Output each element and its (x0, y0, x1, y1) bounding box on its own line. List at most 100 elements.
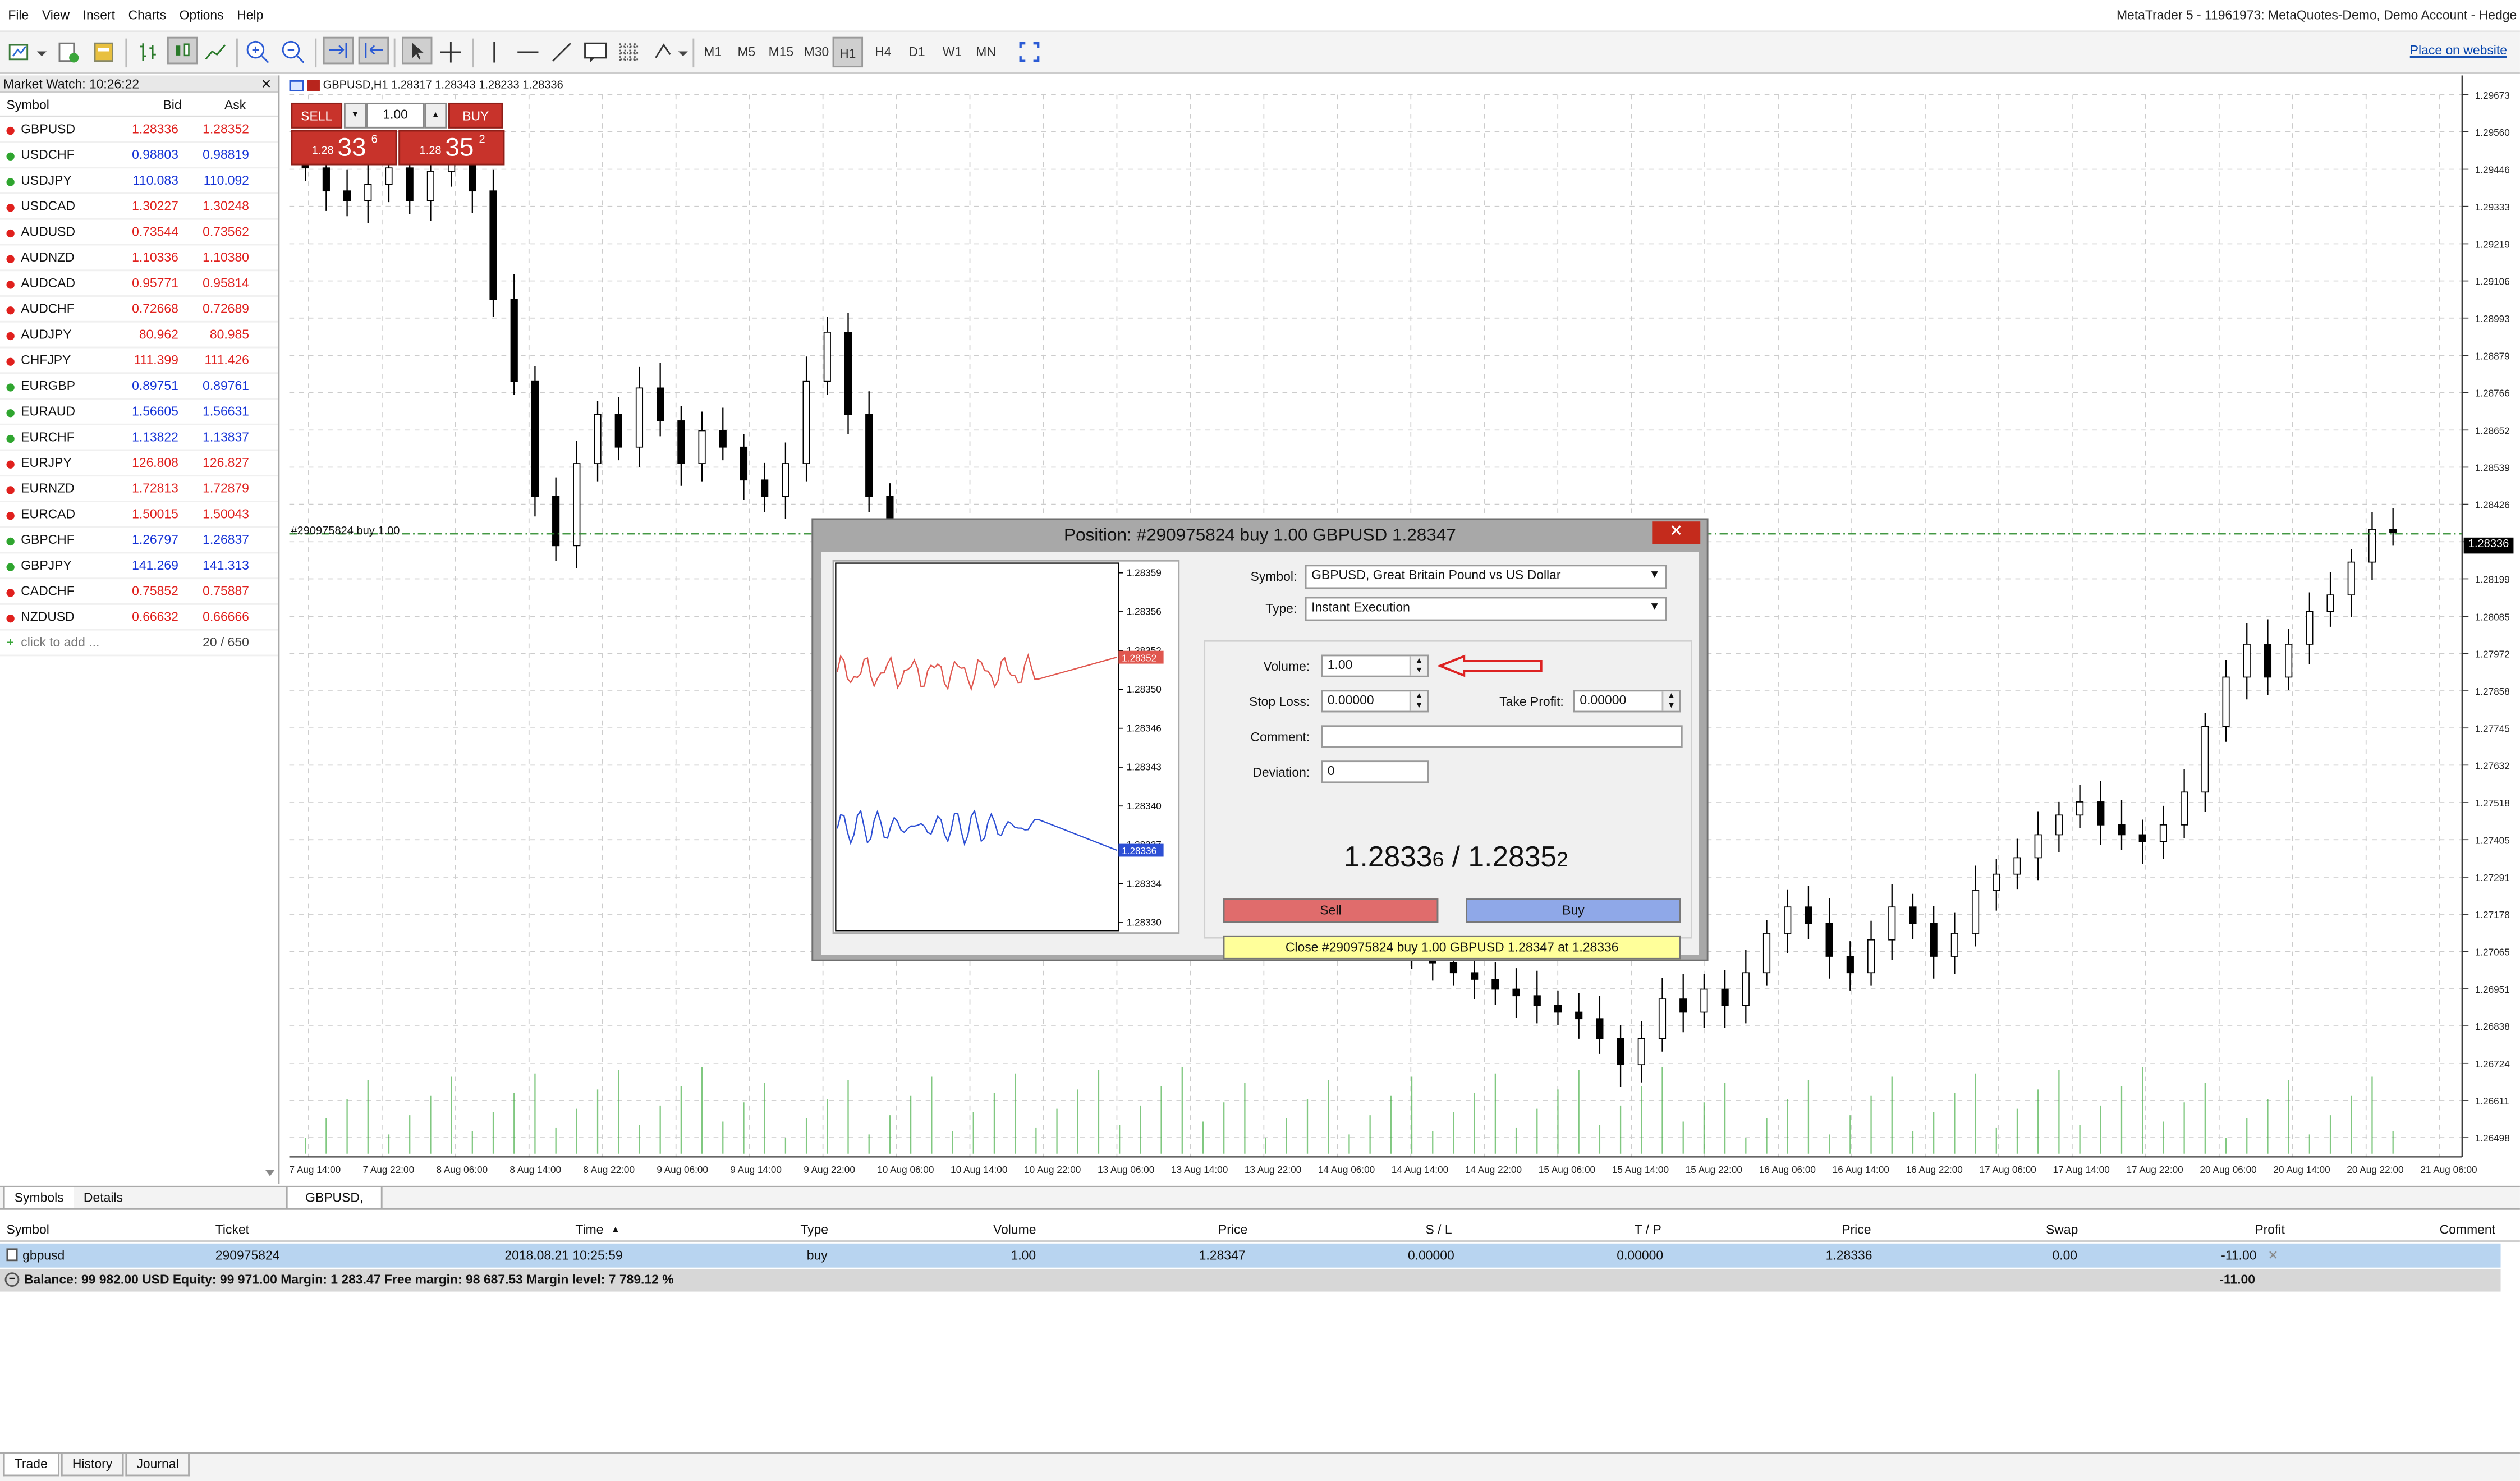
col-time[interactable]: Time (575, 1219, 603, 1242)
col-type[interactable]: Type (800, 1219, 828, 1242)
list-item[interactable]: AUDNZD 1.10336 1.10380 (0, 245, 278, 272)
zoom-in-icon[interactable] (244, 39, 272, 66)
list-item[interactable]: AUDCAD 0.95771 0.95814 (0, 271, 278, 297)
row-tp[interactable]: 0.00000 (1617, 1244, 1663, 1268)
timeframe-m5[interactable]: M5 (731, 37, 761, 67)
list-item[interactable]: AUDUSD 0.73544 0.73562 (0, 220, 278, 246)
one-click-sell-button[interactable]: SELL (291, 102, 343, 129)
profiles-icon[interactable] (54, 39, 82, 66)
list-item[interactable]: USDJPY 110.083 110.092 (0, 168, 278, 194)
cursor-icon[interactable] (402, 36, 433, 65)
volume-spinner[interactable]: ▲ ▼ (1409, 656, 1427, 676)
close-icon[interactable]: ✕ (1652, 521, 1701, 544)
shapes-icon[interactable] (651, 39, 690, 66)
close-position-button[interactable]: Close #290975824 buy 1.00 GBPUSD 1.28347… (1223, 935, 1681, 960)
list-item[interactable]: AUDJPY 80.962 80.985 (0, 323, 278, 349)
menu-file[interactable]: File (3, 0, 34, 32)
minus-icon[interactable]: − (4, 1272, 20, 1287)
list-item[interactable]: USDCAD 1.30227 1.30248 (0, 194, 278, 220)
tab-history[interactable]: History (61, 1454, 124, 1477)
add-symbol-label[interactable]: click to add ... (21, 631, 99, 657)
symbol-select[interactable]: GBPUSD, Great Britain Pound vs US Dollar… (1305, 565, 1667, 589)
timeframe-d1[interactable]: D1 (902, 37, 932, 67)
list-item[interactable]: EURCHF 1.13822 1.13837 (0, 425, 278, 451)
deviation-input[interactable]: 0 (1321, 760, 1429, 783)
bar-chart-icon[interactable] (135, 39, 163, 66)
list-item[interactable]: CADCHF 0.75852 0.75887 (0, 579, 278, 605)
tab-details[interactable]: Details (74, 1187, 133, 1210)
menu-options[interactable]: Options (175, 0, 228, 32)
dropdown-arrow-icon[interactable] (35, 39, 48, 66)
col-price[interactable]: Price (1218, 1219, 1247, 1242)
col-volume[interactable]: Volume (993, 1219, 1036, 1242)
buy-button[interactable]: Buy (1466, 898, 1681, 923)
add-symbol-row[interactable]: + click to add ... 20 / 650 (0, 631, 278, 657)
crosshair-icon[interactable] (437, 39, 465, 66)
column-bid[interactable]: Bid (163, 93, 182, 117)
col-sl[interactable]: S / L (1425, 1219, 1452, 1242)
list-item[interactable]: AUDCHF 0.72668 0.72689 (0, 297, 278, 323)
menu-view[interactable]: View (37, 0, 74, 32)
list-item[interactable]: GBPJPY 141.269 141.313 (0, 553, 278, 580)
scroll-down-icon[interactable] (265, 1168, 275, 1177)
tab-journal[interactable]: Journal (125, 1454, 190, 1477)
list-item[interactable]: EURCAD 1.50015 1.50043 (0, 502, 278, 528)
close-icon[interactable]: ✕ (261, 75, 272, 93)
col-ticket[interactable]: Ticket (215, 1219, 249, 1242)
one-click-sell-price[interactable]: 1.28 33 6 (291, 130, 397, 166)
one-click-volume-input[interactable]: 1.00 (366, 102, 425, 129)
timeframe-mn[interactable]: MN (971, 37, 1001, 67)
take-profit-spinner[interactable]: ▲ ▼ (1661, 691, 1679, 711)
col-price-current[interactable]: Price (1842, 1219, 1871, 1242)
close-position-icon[interactable]: ✕ (2267, 1244, 2278, 1268)
text-label-icon[interactable] (582, 39, 609, 66)
list-item[interactable]: NZDUSD 0.66632 0.66666 (0, 605, 278, 631)
trendline-icon[interactable] (548, 39, 576, 66)
row-sl[interactable]: 0.00000 (1408, 1244, 1454, 1268)
market-watch-icon[interactable] (90, 39, 117, 66)
zoom-out-icon[interactable] (279, 39, 307, 66)
line-chart-icon[interactable] (203, 39, 230, 66)
new-chart-icon[interactable] (6, 39, 34, 66)
sell-button[interactable]: Sell (1223, 898, 1439, 923)
col-swap[interactable]: Swap (2046, 1219, 2078, 1242)
list-item[interactable]: EURGBP 0.89751 0.89761 (0, 374, 278, 400)
take-profit-input[interactable]: 0.00000 ▲ ▼ (1573, 690, 1681, 713)
type-select[interactable]: Instant Execution ▼ (1305, 597, 1667, 621)
list-item[interactable]: EURAUD 1.56605 1.56631 (0, 400, 278, 425)
timeframe-w1[interactable]: W1 (937, 37, 967, 67)
list-item[interactable]: GBPCHF 1.26797 1.26837 (0, 528, 278, 554)
timeframe-m15[interactable]: M15 (763, 37, 798, 67)
volume-increase-icon[interactable]: ▴ (424, 102, 447, 129)
list-item[interactable]: USDCHF 0.98803 0.98819 (0, 143, 278, 169)
col-symbol[interactable]: Symbol (6, 1219, 49, 1242)
place-on-website-link[interactable]: Place on website (2410, 43, 2507, 58)
horizontal-line-icon[interactable] (515, 39, 542, 66)
stop-loss-spinner[interactable]: ▲ ▼ (1409, 691, 1427, 711)
menu-charts[interactable]: Charts (123, 0, 171, 32)
comment-input[interactable] (1321, 725, 1683, 748)
fullscreen-icon[interactable] (1016, 39, 1043, 66)
timeframe-h4[interactable]: H4 (868, 37, 898, 67)
timeframe-m1[interactable]: M1 (697, 37, 728, 67)
list-item[interactable]: CHFJPY 111.399 111.426 (0, 348, 278, 374)
chart-shift-icon[interactable] (358, 36, 389, 65)
tab-gbpusd-h1[interactable]: GBPUSD, H1 (286, 1187, 383, 1227)
menu-insert[interactable]: Insert (78, 0, 120, 32)
volume-input[interactable]: 1.00 ▲ ▼ (1321, 654, 1429, 677)
column-ask[interactable]: Ask (224, 93, 246, 117)
list-item[interactable]: GBPUSD 1.28336 1.28352 (0, 117, 278, 143)
one-click-buy-button[interactable]: BUY (448, 102, 503, 129)
list-item[interactable]: EURNZD 1.72813 1.72879 (0, 476, 278, 502)
timeframe-h1[interactable]: H1 (832, 36, 864, 68)
fibonacci-icon[interactable] (616, 39, 643, 66)
stop-loss-input[interactable]: 0.00000 ▲ ▼ (1321, 690, 1429, 713)
column-symbol[interactable]: Symbol (6, 93, 49, 117)
one-click-buy-price[interactable]: 1.28 35 2 (398, 130, 505, 166)
list-item[interactable]: EURJPY 126.808 126.827 (0, 451, 278, 477)
vertical-line-icon[interactable] (480, 39, 508, 66)
tab-trade[interactable]: Trade (3, 1454, 59, 1477)
col-profit[interactable]: Profit (2255, 1219, 2284, 1242)
timeframe-m30[interactable]: M30 (798, 37, 834, 67)
autoscroll-icon[interactable] (323, 36, 354, 65)
